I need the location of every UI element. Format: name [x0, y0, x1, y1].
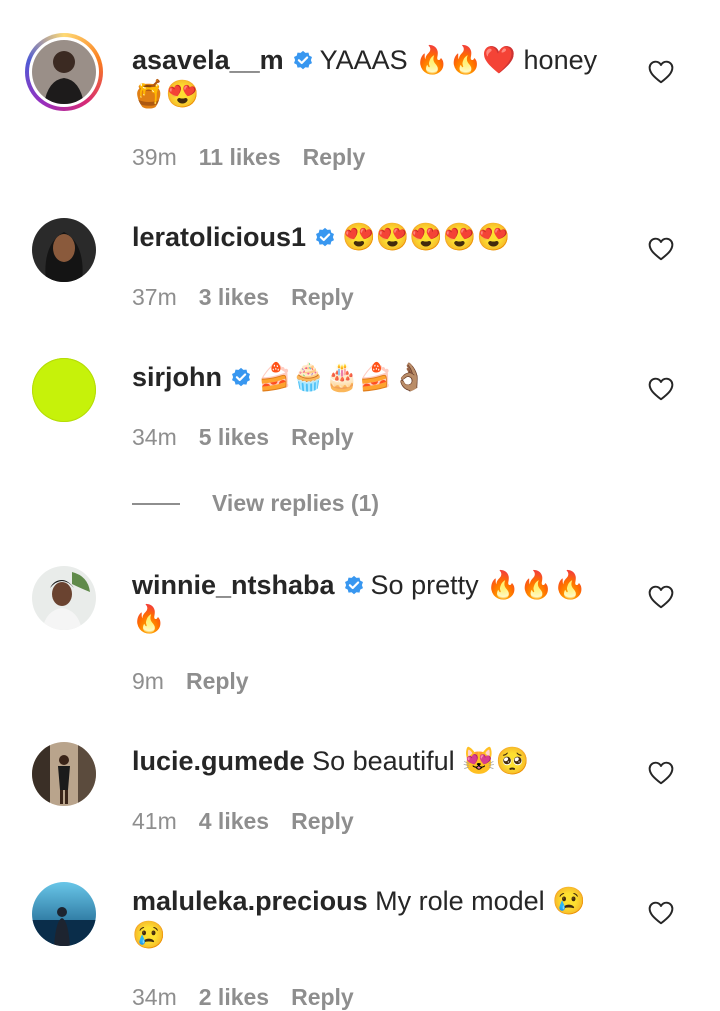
avatar-sirjohn[interactable] — [32, 358, 96, 422]
comment-text: 🍰🧁🎂🍰👌🏽 — [258, 362, 427, 392]
avatar-asavela[interactable] — [25, 33, 103, 111]
avatar-lucie[interactable] — [32, 742, 96, 806]
avatar-photo — [32, 40, 96, 104]
verified-badge-icon — [232, 367, 250, 387]
view-replies-divider — [132, 503, 180, 505]
reply-button[interactable]: Reply — [291, 284, 354, 310]
avatar-photo — [32, 566, 96, 630]
comment-time: 41m — [132, 808, 177, 834]
comment-text: 😍😍😍😍😍 — [342, 222, 511, 252]
reply-button[interactable]: Reply — [186, 668, 249, 694]
verified-badge-icon — [316, 227, 335, 247]
likes-count[interactable]: 5 likes — [199, 424, 269, 450]
avatar-leratolicious[interactable] — [32, 218, 96, 282]
heart-outline-icon[interactable] — [648, 901, 674, 925]
avatar-maluleka[interactable] — [32, 882, 96, 946]
likes-count[interactable]: 4 likes — [199, 808, 269, 834]
comment-time: 34m — [132, 424, 177, 450]
username[interactable]: lucie.gumede — [132, 746, 305, 776]
reply-button[interactable]: Reply — [303, 144, 366, 170]
view-replies-button[interactable]: View replies (1) — [132, 486, 432, 520]
comment-time: 37m — [132, 284, 177, 310]
avatar-winnie[interactable] — [32, 566, 96, 630]
comment-text: So beautiful 😻🥺 — [312, 746, 530, 776]
heart-outline-icon[interactable] — [648, 237, 674, 261]
heart-outline-icon[interactable] — [648, 761, 674, 785]
avatar-photo — [32, 218, 96, 282]
verified-badge-icon — [344, 575, 363, 595]
comment-time: 34m — [132, 984, 177, 1010]
likes-count[interactable]: 3 likes — [199, 284, 269, 310]
avatar-photo — [32, 742, 96, 806]
heart-outline-icon[interactable] — [648, 60, 674, 84]
comment-time: 39m — [132, 144, 177, 170]
username[interactable]: winnie_ntshaba — [132, 570, 335, 600]
username[interactable]: sirjohn — [132, 362, 222, 392]
verified-badge-icon — [293, 50, 312, 70]
heart-outline-icon[interactable] — [648, 585, 674, 609]
reply-button[interactable]: Reply — [291, 808, 354, 834]
likes-count[interactable]: 2 likes — [199, 984, 269, 1010]
username[interactable]: leratolicious1 — [132, 222, 306, 252]
likes-count[interactable]: 11 likes — [199, 144, 281, 170]
view-replies-label: View replies (1) — [212, 490, 380, 516]
reply-button[interactable]: Reply — [291, 424, 354, 450]
comment-time: 9m — [132, 668, 164, 694]
avatar-photo — [32, 882, 96, 946]
reply-button[interactable]: Reply — [291, 984, 354, 1010]
username[interactable]: asavela__m — [132, 45, 284, 75]
username[interactable]: maluleka.precious — [132, 886, 368, 916]
heart-outline-icon[interactable] — [648, 377, 674, 401]
